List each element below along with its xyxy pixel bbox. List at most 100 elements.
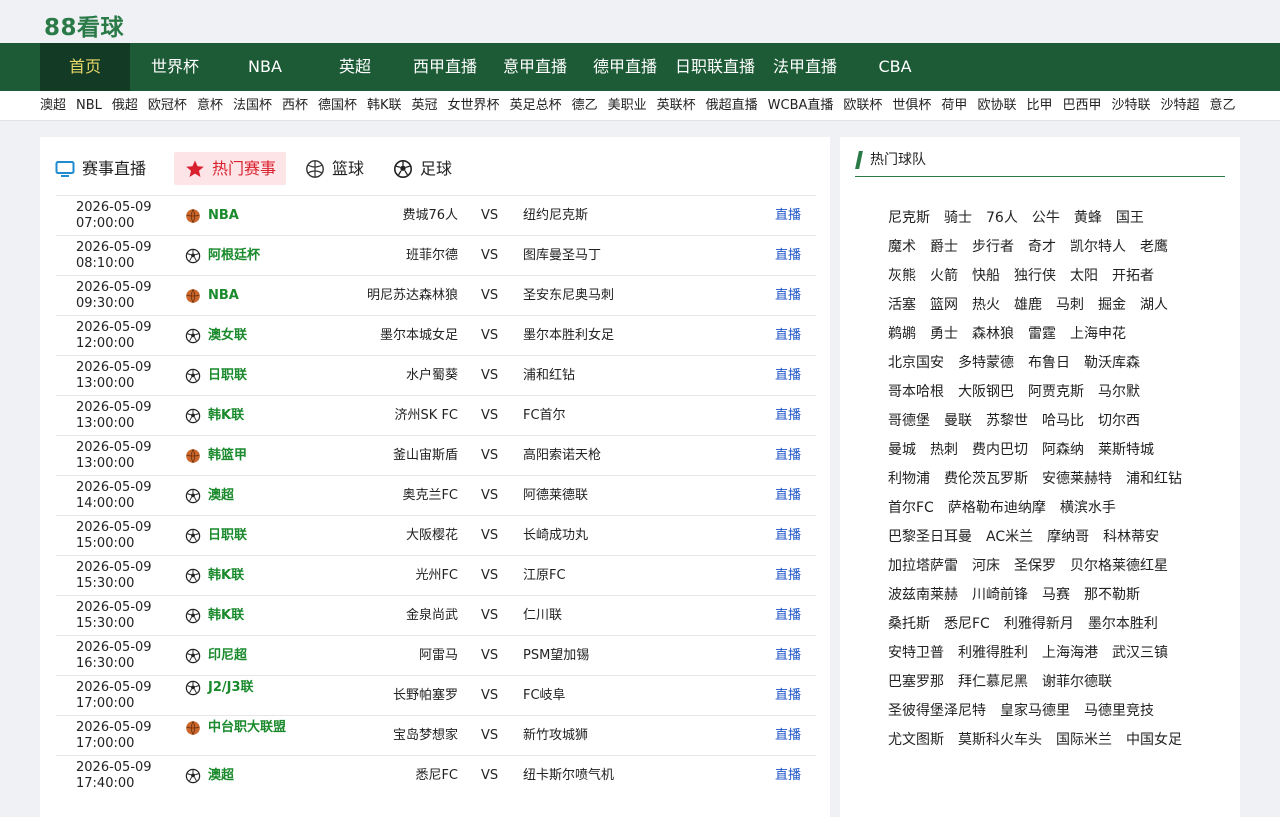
live-link[interactable]: 直播 [775, 648, 801, 664]
subnav-item[interactable]: 意杯 [197, 91, 223, 120]
league-link[interactable]: J2/J3联 [208, 680, 288, 696]
subnav-item[interactable]: 德乙 [572, 91, 598, 120]
team-link[interactable]: 勒沃库森 [1084, 349, 1140, 378]
team-link[interactable]: AC米兰 [986, 523, 1033, 552]
live-link[interactable]: 直播 [775, 248, 801, 264]
team-link[interactable]: 曼联 [944, 407, 972, 436]
nav-item[interactable]: NBA [220, 43, 310, 91]
live-link[interactable]: 直播 [775, 688, 801, 704]
live-link[interactable]: 直播 [775, 328, 801, 344]
team-link[interactable]: 萨格勒布迪纳摩 [948, 494, 1046, 523]
live-link[interactable]: 直播 [775, 528, 801, 544]
subnav-item[interactable]: 法国杯 [233, 91, 272, 120]
team-link[interactable]: 巴塞罗那 [888, 668, 944, 697]
nav-item[interactable]: 英超 [310, 43, 400, 91]
live-link[interactable]: 直播 [775, 568, 801, 584]
team-link[interactable]: 阿森纳 [1042, 436, 1084, 465]
team-link[interactable]: 切尔西 [1098, 407, 1140, 436]
tab-3[interactable]: 篮球 [304, 152, 374, 185]
team-link[interactable]: 上海海港 [1042, 639, 1098, 668]
team-link[interactable]: 掘金 [1098, 291, 1126, 320]
live-link[interactable]: 直播 [775, 368, 801, 384]
league-link[interactable]: 韩K联 [208, 408, 288, 424]
team-link[interactable]: 圣保罗 [1014, 552, 1056, 581]
team-link[interactable]: 森林狼 [972, 320, 1014, 349]
team-link[interactable]: 马赛 [1042, 581, 1070, 610]
nav-item[interactable]: 法甲直播 [760, 43, 850, 91]
league-link[interactable]: 阿根廷杯 [208, 248, 288, 264]
team-link[interactable]: 利雅得胜利 [958, 639, 1028, 668]
team-link[interactable]: 费伦茨瓦罗斯 [944, 465, 1028, 494]
team-link[interactable]: 悉尼FC [944, 610, 990, 639]
subnav-item[interactable]: 荷甲 [941, 91, 967, 120]
league-link[interactable]: 澳女联 [208, 328, 288, 344]
nav-item[interactable]: 西甲直播 [400, 43, 490, 91]
league-link[interactable]: 韩K联 [208, 568, 288, 584]
team-link[interactable]: 浦和红钻 [1126, 465, 1182, 494]
nav-item[interactable]: 意甲直播 [490, 43, 580, 91]
team-link[interactable]: 横滨水手 [1060, 494, 1116, 523]
team-link[interactable]: 活塞 [888, 291, 916, 320]
team-link[interactable]: 热刺 [930, 436, 958, 465]
team-link[interactable]: 马刺 [1056, 291, 1084, 320]
team-link[interactable]: 贝尔格莱德红星 [1070, 552, 1168, 581]
live-link[interactable]: 直播 [775, 488, 801, 504]
subnav-item[interactable]: 德国杯 [318, 91, 357, 120]
team-link[interactable]: 凯尔特人 [1070, 233, 1126, 262]
team-link[interactable]: 热火 [972, 291, 1000, 320]
team-link[interactable]: 雷霆 [1028, 320, 1056, 349]
team-link[interactable]: 尤文图斯 [888, 726, 944, 755]
team-link[interactable]: 国王 [1116, 204, 1144, 233]
team-link[interactable]: 莫斯科火车头 [958, 726, 1042, 755]
league-link[interactable]: 韩篮甲 [208, 448, 288, 464]
team-link[interactable]: 国际米兰 [1056, 726, 1112, 755]
team-link[interactable]: 尼克斯 [888, 204, 930, 233]
subnav-item[interactable]: 比甲 [1026, 91, 1052, 120]
subnav-item[interactable]: 俄超直播 [706, 91, 758, 120]
league-link[interactable]: 日职联 [208, 368, 288, 384]
team-link[interactable]: 中国女足 [1126, 726, 1182, 755]
subnav-item[interactable]: 美职业 [608, 91, 647, 120]
team-link[interactable]: 苏黎世 [986, 407, 1028, 436]
live-link[interactable]: 直播 [775, 408, 801, 424]
nav-item[interactable]: 世界杯 [130, 43, 220, 91]
site-logo[interactable]: 88看球 [44, 8, 124, 42]
team-link[interactable]: 墨尔本胜利 [1088, 610, 1158, 639]
tab-1[interactable]: 赛事直播 [54, 152, 156, 185]
team-link[interactable]: 费内巴切 [972, 436, 1028, 465]
live-link[interactable]: 直播 [775, 608, 801, 624]
live-link[interactable]: 直播 [775, 728, 801, 744]
team-link[interactable]: 桑托斯 [888, 610, 930, 639]
subnav-item[interactable]: 世俱杯 [892, 91, 931, 120]
team-link[interactable]: 川崎前锋 [972, 581, 1028, 610]
team-link[interactable]: 勇士 [930, 320, 958, 349]
team-link[interactable]: 快船 [972, 262, 1000, 291]
team-link[interactable]: 鹈鹕 [888, 320, 916, 349]
team-link[interactable]: 波兹南莱赫 [888, 581, 958, 610]
team-link[interactable]: 布鲁日 [1028, 349, 1070, 378]
team-link[interactable]: 谢菲尔德联 [1042, 668, 1112, 697]
subnav-item[interactable]: 欧联杯 [843, 91, 882, 120]
subnav-item[interactable]: NBL [76, 91, 102, 120]
team-link[interactable]: 多特蒙德 [958, 349, 1014, 378]
nav-item[interactable]: 日职联直播 [670, 43, 760, 91]
team-link[interactable]: 大阪钢巴 [958, 378, 1014, 407]
team-link[interactable]: 利物浦 [888, 465, 930, 494]
league-link[interactable]: 中台职大联盟 [208, 720, 288, 736]
subnav-item[interactable]: WCBA直播 [768, 91, 834, 120]
team-link[interactable]: 哥本哈根 [888, 378, 944, 407]
subnav-item[interactable]: 韩K联 [367, 91, 402, 120]
team-link[interactable]: 圣彼得堡泽尼特 [888, 697, 986, 726]
team-link[interactable]: 湖人 [1140, 291, 1168, 320]
team-link[interactable]: 魔术 [888, 233, 916, 262]
team-link[interactable]: 巴黎圣日耳曼 [888, 523, 972, 552]
team-link[interactable]: 哥德堡 [888, 407, 930, 436]
subnav-item[interactable]: 巴西甲 [1062, 91, 1101, 120]
team-link[interactable]: 利雅得新月 [1004, 610, 1074, 639]
team-link[interactable]: 安德莱赫特 [1042, 465, 1112, 494]
team-link[interactable]: 老鹰 [1140, 233, 1168, 262]
team-link[interactable]: 科林蒂安 [1103, 523, 1159, 552]
team-link[interactable]: 阿贾克斯 [1028, 378, 1084, 407]
team-link[interactable]: 火箭 [930, 262, 958, 291]
team-link[interactable]: 太阳 [1070, 262, 1098, 291]
